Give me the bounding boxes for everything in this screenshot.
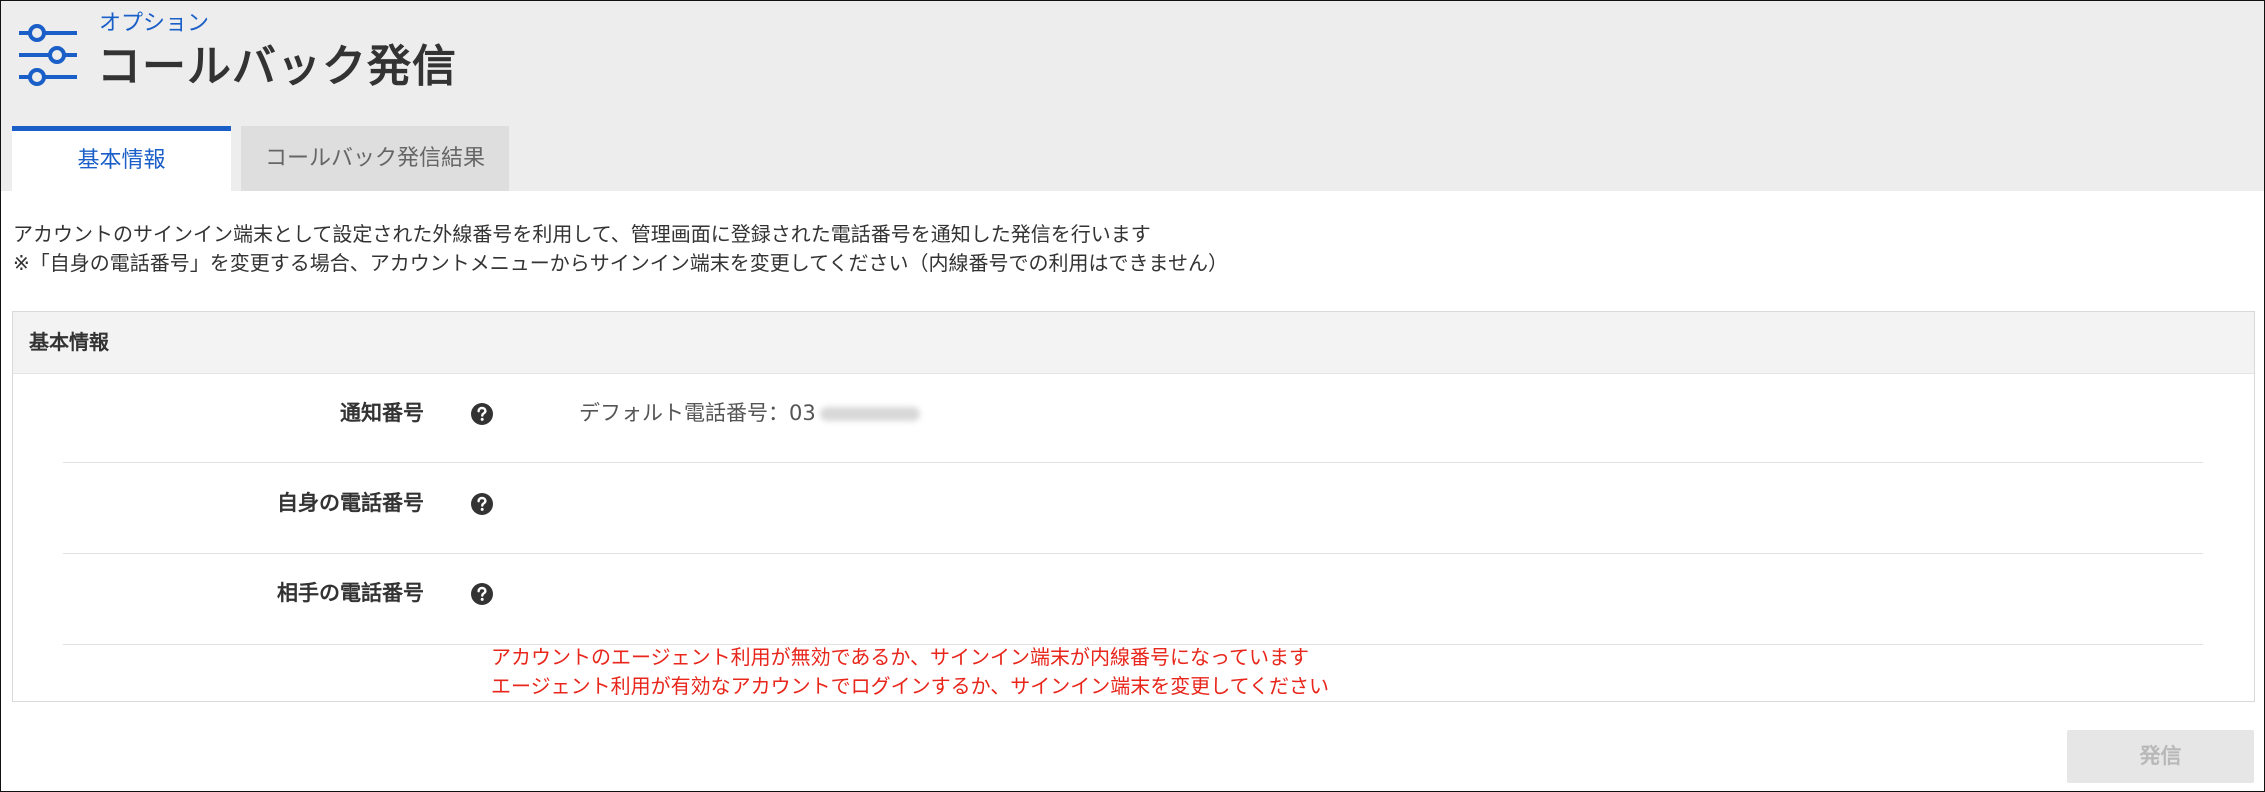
tab-basic-info[interactable]: 基本情報 — [12, 126, 231, 191]
question-circle-icon[interactable] — [470, 582, 494, 606]
notify-number-label: 通知番号 — [340, 401, 424, 425]
error-message-line-1: アカウントのエージェント利用が無効であるか、サインイン端末が内線番号になっていま… — [491, 645, 1309, 669]
page-frame: オプション コールバック発信 基本情報 コールバック発信結果 アカウントのサイン… — [0, 0, 2265, 792]
own-phone-label: 自身の電話番号 — [277, 491, 424, 515]
settings-sliders-icon — [19, 24, 77, 86]
row-divider — [63, 462, 2203, 463]
page-title: コールバック発信 — [97, 41, 457, 92]
basic-info-panel: 基本情報 通知番号 デフォルト電話番号：03 自身の電話番号 相手の電話番号 ア… — [12, 311, 2255, 702]
page-header: オプション コールバック発信 基本情報 コールバック発信結果 — [1, 1, 2264, 191]
tab-callback-results[interactable]: コールバック発信結果 — [241, 126, 509, 191]
question-circle-icon[interactable] — [470, 492, 494, 516]
breadcrumb[interactable]: オプション — [99, 10, 209, 38]
notify-number-text: デフォルト電話番号：03 — [579, 401, 816, 425]
description-line-1: アカウントのサインイン端末として設定された外線番号を利用して、管理画面に登録され… — [13, 222, 1151, 246]
other-phone-label: 相手の電話番号 — [277, 581, 424, 605]
notify-number-value: デフォルト電話番号：03 — [579, 399, 920, 427]
error-message-line-2: エージェント利用が有効なアカウントでログインするか、サインイン端末を変更してくだ… — [491, 674, 1329, 698]
panel-header: 基本情報 — [13, 312, 2254, 374]
send-button[interactable]: 発信 — [2067, 730, 2254, 783]
blurred-phone-digits — [819, 407, 920, 421]
row-divider — [63, 553, 2203, 554]
description-line-2: ※「自身の電話番号」を変更する場合、アカウントメニューからサインイン端末を変更し… — [13, 251, 1228, 275]
panel-title: 基本情報 — [29, 330, 109, 354]
question-circle-icon[interactable] — [470, 402, 494, 426]
